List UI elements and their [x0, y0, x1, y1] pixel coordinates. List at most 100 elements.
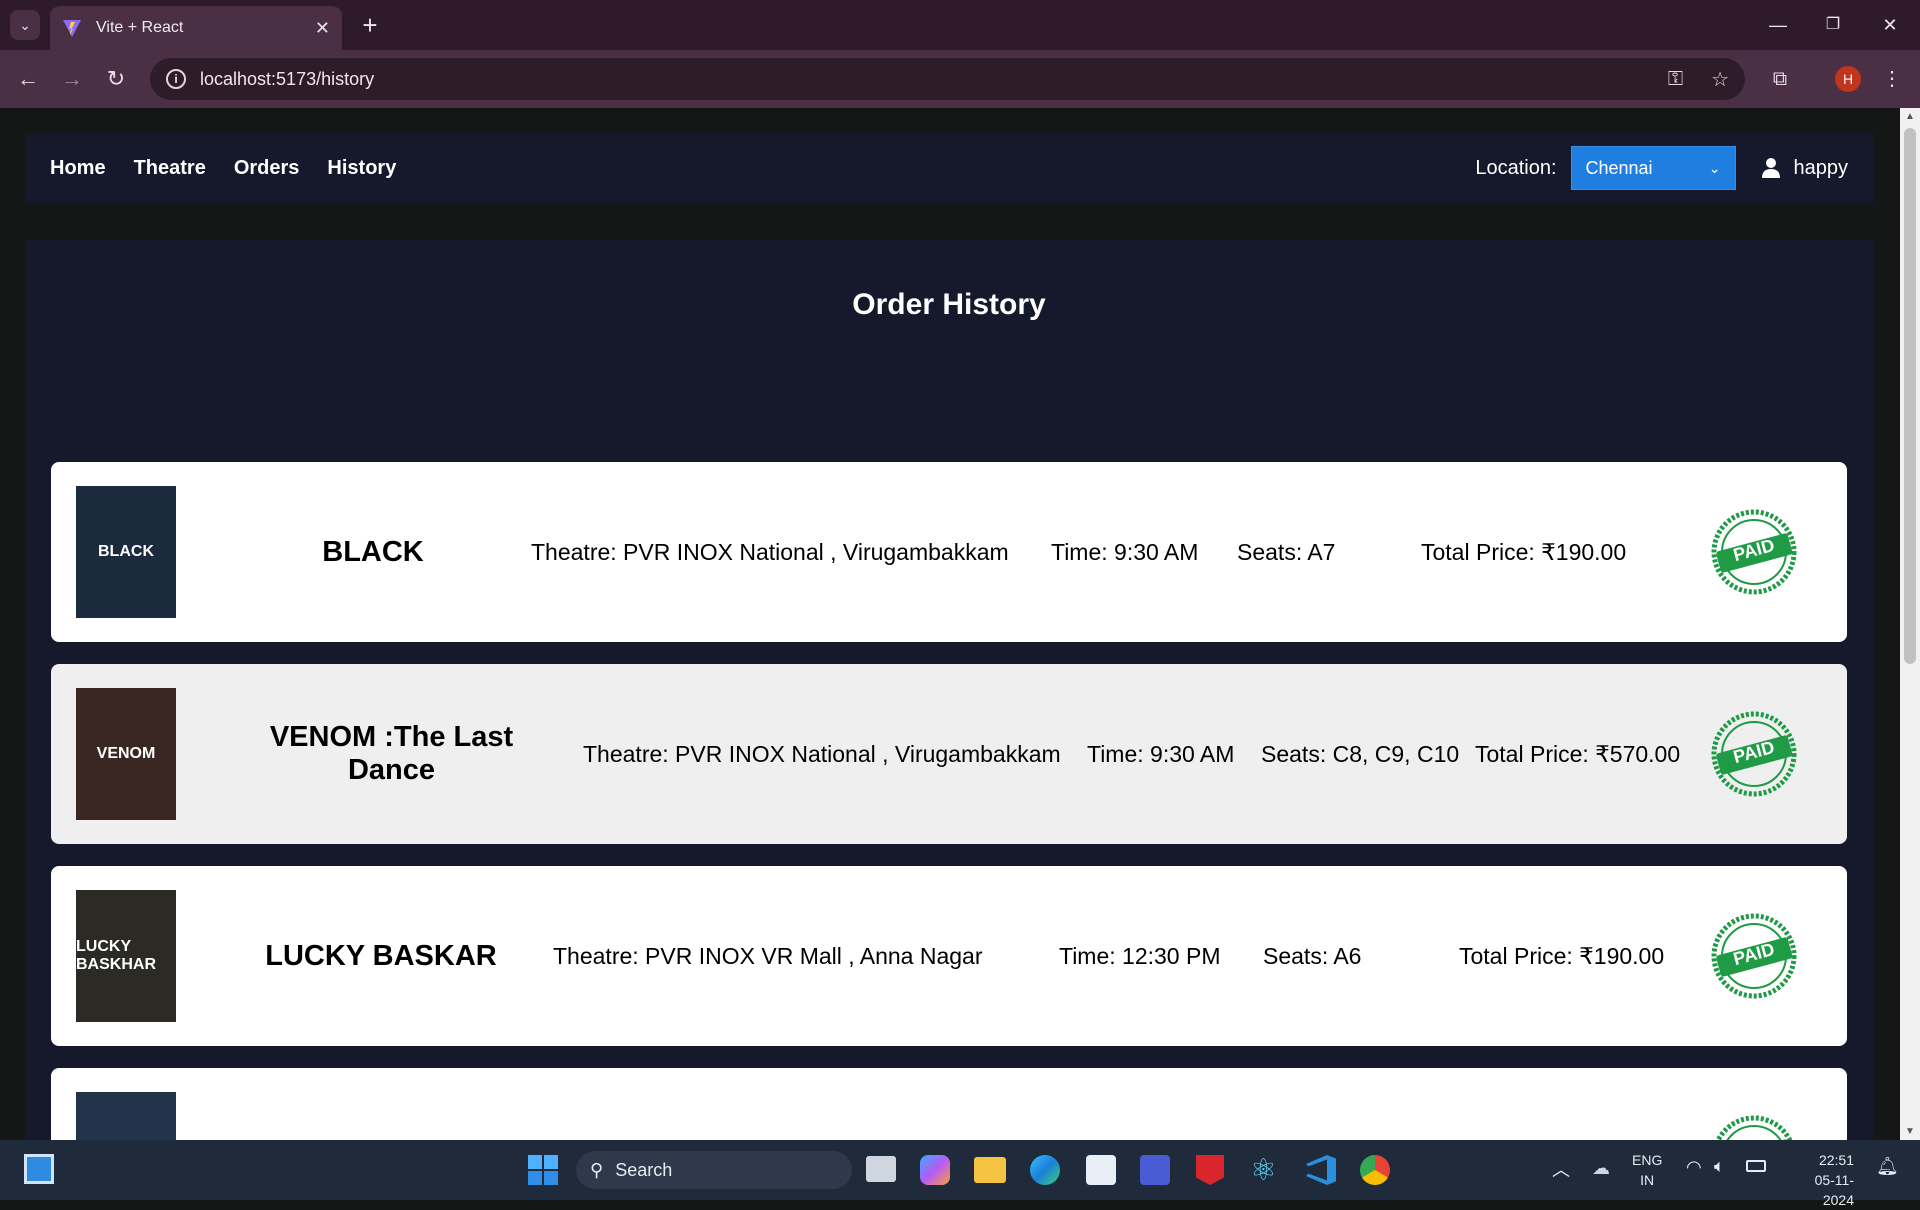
show-time: Time: 9:30 AM: [1087, 740, 1235, 767]
bookmark-star-icon[interactable]: ☆: [1711, 67, 1729, 92]
browser-tab-bar: ⌄ Vite + React ✕ + — ❐ ✕: [0, 0, 1920, 50]
top-navbar: Home Theatre Orders History Location: Ch…: [25, 133, 1873, 203]
address-bar[interactable]: i localhost:5173/history ⚿ ☆: [150, 58, 1745, 100]
scroll-up-icon[interactable]: ▲: [1905, 111, 1915, 122]
site-info-icon[interactable]: i: [166, 69, 186, 89]
order-card: VENOM VENOM :The Last Dance Theatre: PVR…: [51, 664, 1847, 844]
file-explorer-icon[interactable]: [974, 1157, 1006, 1183]
chevron-down-icon: ⌄: [1708, 159, 1721, 176]
poster-title: VENOM: [96, 745, 156, 762]
password-key-icon[interactable]: ⚿: [1668, 68, 1683, 91]
order-card: BLACK BLACK Theatre: PVR INOX National ,…: [51, 462, 1847, 642]
new-tab-button[interactable]: +: [355, 10, 385, 40]
web-page: Home Theatre Orders History Location: Ch…: [0, 108, 1900, 1140]
battery-icon[interactable]: [1746, 1160, 1766, 1172]
movie-poster: LUCKY BASKHAR: [76, 890, 176, 1022]
mcafee-icon[interactable]: [1196, 1155, 1224, 1185]
paid-stamp: PAID: [1711, 913, 1797, 999]
user-icon: [1761, 158, 1780, 178]
paid-stamp: PAID: [1711, 1115, 1797, 1140]
total-price: Total Price: ₹190.00: [1421, 538, 1627, 565]
windows-start-icon[interactable]: [528, 1155, 558, 1185]
paid-stamp: PAID: [1711, 509, 1797, 595]
seats: Seats: C8, C9, C10: [1261, 740, 1460, 767]
movie-poster: IMAX: [76, 1092, 176, 1140]
page-title: Order History: [852, 288, 1046, 321]
browser-toolbar: ← → ↻ i localhost:5173/history ⚿ ☆ ⧉ ⋮: [0, 50, 1920, 108]
minimize-icon[interactable]: —: [1758, 10, 1798, 40]
location-value: Chennai: [1585, 157, 1653, 178]
chrome-icon[interactable]: [1360, 1155, 1390, 1185]
lang-top: ENG: [1632, 1152, 1663, 1168]
tab-search-menu-icon[interactable]: ⌄: [10, 10, 40, 40]
theatre-name: Theatre: PVR INOX National , Virugambakk…: [531, 538, 1009, 565]
wifi-icon[interactable]: ◠: [1686, 1157, 1702, 1178]
copilot-icon[interactable]: [920, 1155, 950, 1185]
location-label: Location:: [1475, 156, 1557, 179]
user-menu[interactable]: happy: [1761, 156, 1849, 180]
tab-close-icon[interactable]: ✕: [315, 18, 330, 39]
page-scrollbar[interactable]: ▲ ▼: [1900, 108, 1920, 1140]
taskbar-search[interactable]: ⚲ Search: [576, 1151, 852, 1189]
movie-title: LUCKY BASKAR: [265, 939, 497, 972]
show-time: Time: 9:30 AM: [1051, 538, 1199, 565]
edge-icon[interactable]: [1030, 1155, 1060, 1185]
reload-icon[interactable]: ↻: [100, 63, 132, 95]
scroll-down-icon[interactable]: ▼: [1905, 1126, 1915, 1137]
clock-date: 05-11-2024: [1814, 1172, 1854, 1208]
scrollbar-thumb[interactable]: [1904, 128, 1916, 664]
movie-title: VENOM :The Last Dance: [269, 721, 514, 786]
close-window-icon[interactable]: ✕: [1870, 10, 1910, 40]
search-icon: ⚲: [590, 1159, 604, 1180]
task-view-icon[interactable]: [866, 1156, 896, 1182]
widgets-icon[interactable]: [24, 1154, 54, 1184]
restore-icon[interactable]: ❐: [1813, 10, 1853, 40]
show-time: Time: 12:30 PM: [1059, 942, 1221, 969]
seats: Seats: A6: [1263, 942, 1362, 969]
paid-stamp: PAID: [1711, 711, 1797, 797]
search-placeholder: Search: [615, 1159, 673, 1180]
movie-poster: VENOM: [76, 688, 176, 820]
poster-title: BLACK: [98, 543, 154, 560]
profile-avatar[interactable]: H: [1835, 66, 1861, 92]
app-icon[interactable]: [1140, 1155, 1170, 1185]
nav-theatre-link[interactable]: Theatre: [134, 157, 206, 180]
forward-icon[interactable]: →: [56, 63, 88, 95]
movie-poster: BLACK: [76, 486, 176, 618]
movie-title: BLACK: [322, 535, 424, 568]
seats: Seats: A7: [1237, 538, 1336, 565]
username: happy: [1793, 156, 1849, 179]
onedrive-icon[interactable]: ☁: [1592, 1158, 1610, 1179]
total-price: Total Price: ₹190.00: [1459, 942, 1665, 969]
nav-orders-link[interactable]: Orders: [234, 157, 300, 180]
total-price: Total Price: ₹570.00: [1475, 740, 1681, 767]
paid-stamp-icon: [1715, 1115, 1793, 1140]
volume-icon[interactable]: 🔈︎: [1714, 1156, 1725, 1177]
poster-title: LUCKY BASKHAR: [76, 938, 156, 973]
theatre-name: Theatre: PVR INOX VR Mall , Anna Nagar: [553, 942, 983, 969]
clock-time: 22:51: [1818, 1152, 1854, 1168]
order-card: LUCKY BASKHAR LUCKY BASKAR Theatre: PVR …: [51, 866, 1847, 1046]
extensions-icon[interactable]: ⧉: [1764, 63, 1796, 95]
notification-bell-icon[interactable]: 🔔︎: [1876, 1156, 1899, 1177]
back-icon[interactable]: ←: [12, 63, 44, 95]
react-icon[interactable]: ⚛: [1250, 1153, 1277, 1188]
lang-bottom: IN: [1640, 1172, 1655, 1188]
location-select[interactable]: Chennai ⌄: [1570, 146, 1736, 190]
nav-home-link[interactable]: Home: [50, 157, 106, 180]
order-history-panel: Order History BLACK BLACK Theatre: PVR I…: [25, 240, 1873, 1140]
windows-taskbar: ⚲ Search ⚛ ︿ ☁ ENG IN ◠ 🔈︎ 22:51 05-11-2…: [0, 1140, 1920, 1208]
url-text: localhost:5173/history: [200, 68, 375, 89]
browser-tab[interactable]: Vite + React ✕: [50, 6, 342, 50]
tray-chevron-up-icon[interactable]: ︿: [1552, 1156, 1570, 1182]
tab-title: Vite + React: [96, 19, 184, 36]
clock[interactable]: 22:51 05-11-2024: [1784, 1150, 1854, 1210]
theatre-name: Theatre: PVR INOX National , Virugambakk…: [583, 740, 1061, 767]
store-icon[interactable]: [1086, 1155, 1116, 1185]
vite-logo-icon: [63, 20, 81, 37]
language-indicator[interactable]: ENG IN: [1632, 1150, 1662, 1190]
vscode-icon[interactable]: [1306, 1155, 1336, 1185]
browser-menu-icon[interactable]: ⋮: [1876, 63, 1908, 95]
nav-history-link[interactable]: History: [327, 157, 396, 180]
order-card: IMAX DEVARA Theatre: Cinepolis :BSR Mall…: [51, 1068, 1847, 1140]
